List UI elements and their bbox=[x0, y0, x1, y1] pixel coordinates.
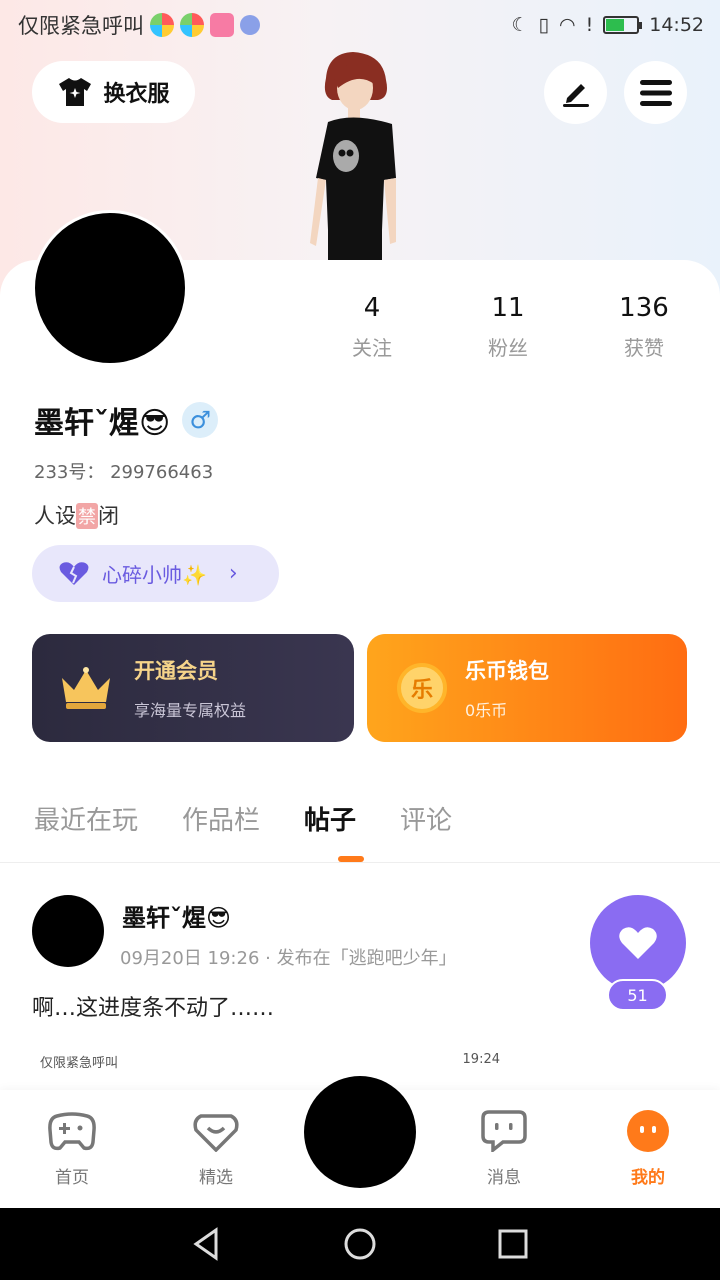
nav-home[interactable]: 首页 bbox=[22, 1110, 122, 1188]
likes-count: 136 bbox=[619, 293, 669, 323]
preview-time: 19:24 bbox=[462, 1052, 500, 1067]
stat-following[interactable]: 4 关注 bbox=[312, 290, 432, 361]
pencil-icon bbox=[562, 83, 589, 107]
bio-ban-mark: 禁 bbox=[76, 503, 98, 529]
status-bar: 仅限紧急呼叫 ☾ ▯ ◠ ! 14:52 bbox=[0, 0, 720, 50]
post-text[interactable]: 啊…这进度条不动了…… bbox=[32, 990, 274, 1022]
followers-label: 粉丝 bbox=[488, 336, 528, 360]
likes-label: 获赞 bbox=[624, 336, 664, 360]
tab-comments[interactable]: 评论 bbox=[400, 800, 452, 837]
user-id[interactable]: 233号： 299766463 bbox=[34, 458, 213, 484]
bilibili-icon bbox=[210, 13, 234, 37]
nickname: 墨轩ˇ煋😎 bbox=[34, 406, 171, 441]
change-outfit-label: 换衣服 bbox=[103, 82, 170, 107]
vip-title: 开通会员 bbox=[134, 659, 218, 683]
app-notification-icon bbox=[150, 13, 174, 37]
nav-home-label: 首页 bbox=[55, 1168, 89, 1188]
coin-icon: 乐 bbox=[397, 663, 447, 713]
following-count: 4 bbox=[363, 293, 381, 323]
nav-featured-label: 精选 bbox=[199, 1168, 233, 1188]
menu-button[interactable] bbox=[624, 61, 687, 124]
edit-profile-button[interactable] bbox=[544, 61, 607, 124]
wallet-card[interactable]: 乐 乐币钱包 0乐币 bbox=[367, 634, 687, 742]
back-icon[interactable] bbox=[190, 1227, 224, 1261]
app-notification-icon bbox=[180, 13, 204, 37]
gamepad-icon bbox=[48, 1112, 96, 1151]
nav-me-label: 我的 bbox=[631, 1168, 665, 1188]
wifi-icon: ◠ bbox=[559, 14, 576, 36]
like-button[interactable] bbox=[590, 895, 686, 991]
nav-messages-label: 消息 bbox=[487, 1168, 521, 1188]
vip-subtitle: 享海量专属权益 bbox=[134, 701, 247, 720]
title-chip[interactable]: 心碎小帅✨ › bbox=[32, 545, 279, 602]
system-nav-bar bbox=[0, 1208, 720, 1280]
change-outfit-button[interactable]: 换衣服 bbox=[32, 61, 195, 123]
message-icon bbox=[481, 1110, 527, 1154]
recents-icon[interactable] bbox=[496, 1227, 530, 1261]
menu-icon bbox=[639, 79, 672, 106]
bio-prefix: 人设 bbox=[34, 504, 76, 528]
stat-likes[interactable]: 136 获赞 bbox=[584, 290, 704, 361]
like-count: 51 bbox=[607, 979, 668, 1011]
moon-icon: ☾ bbox=[511, 14, 529, 36]
carrier-text: 仅限紧急呼叫 bbox=[18, 14, 144, 38]
nickname-row: 墨轩ˇ煋😎 ♂ bbox=[34, 398, 219, 442]
following-label: 关注 bbox=[352, 336, 392, 360]
nav-featured[interactable]: 精选 bbox=[166, 1110, 266, 1188]
bio: 人设 禁闭 bbox=[34, 500, 119, 530]
heart-box-icon bbox=[193, 1114, 239, 1153]
tab-posts[interactable]: 帖子 bbox=[304, 800, 356, 837]
coin-icon-label: 乐 bbox=[410, 678, 433, 703]
battery-icon bbox=[603, 16, 643, 34]
vip-card[interactable]: 开通会员 享海量专属权益 bbox=[32, 634, 354, 742]
post-author-avatar[interactable] bbox=[32, 895, 104, 967]
me-icon bbox=[627, 1110, 669, 1152]
tab-works[interactable]: 作品栏 bbox=[182, 800, 260, 837]
wallet-title: 乐币钱包 bbox=[465, 659, 549, 683]
followers-count: 11 bbox=[491, 293, 525, 323]
tab-recently-played[interactable]: 最近在玩 bbox=[34, 800, 138, 837]
preview-carrier: 仅限紧急呼叫 bbox=[40, 1056, 119, 1071]
chevron-right-icon: › bbox=[228, 561, 238, 586]
nav-center-avatar[interactable] bbox=[304, 1076, 416, 1188]
heart-icon bbox=[619, 927, 657, 959]
post-meta: 09月20日 19:26 · 发布在「逃跑吧少年」 bbox=[120, 948, 457, 969]
crown-icon bbox=[62, 667, 110, 709]
avatar-figure bbox=[310, 52, 396, 263]
title-chip-label: 心碎小帅✨ bbox=[102, 563, 207, 587]
nav-messages[interactable]: 消息 bbox=[454, 1110, 554, 1188]
profile-avatar[interactable] bbox=[32, 210, 188, 366]
alert-icon: ! bbox=[585, 14, 594, 36]
gender-male-icon: ♂ bbox=[182, 402, 219, 438]
vibrate-icon: ▯ bbox=[538, 14, 550, 36]
post-author[interactable]: 墨轩ˇ煋😎 bbox=[122, 898, 231, 933]
bio-suffix: 闭 bbox=[98, 504, 119, 528]
profile-tabs: 最近在玩 作品栏 帖子 评论 bbox=[34, 800, 452, 837]
stat-followers[interactable]: 11 粉丝 bbox=[448, 290, 568, 361]
home-icon[interactable] bbox=[343, 1227, 377, 1261]
broken-heart-icon bbox=[59, 561, 89, 585]
wallet-subtitle: 0乐币 bbox=[465, 701, 508, 720]
music-icon bbox=[240, 15, 260, 35]
clock: 14:52 bbox=[649, 14, 704, 36]
tshirt-icon bbox=[59, 78, 92, 106]
divider bbox=[0, 862, 720, 863]
nav-me[interactable]: 我的 bbox=[598, 1110, 698, 1188]
